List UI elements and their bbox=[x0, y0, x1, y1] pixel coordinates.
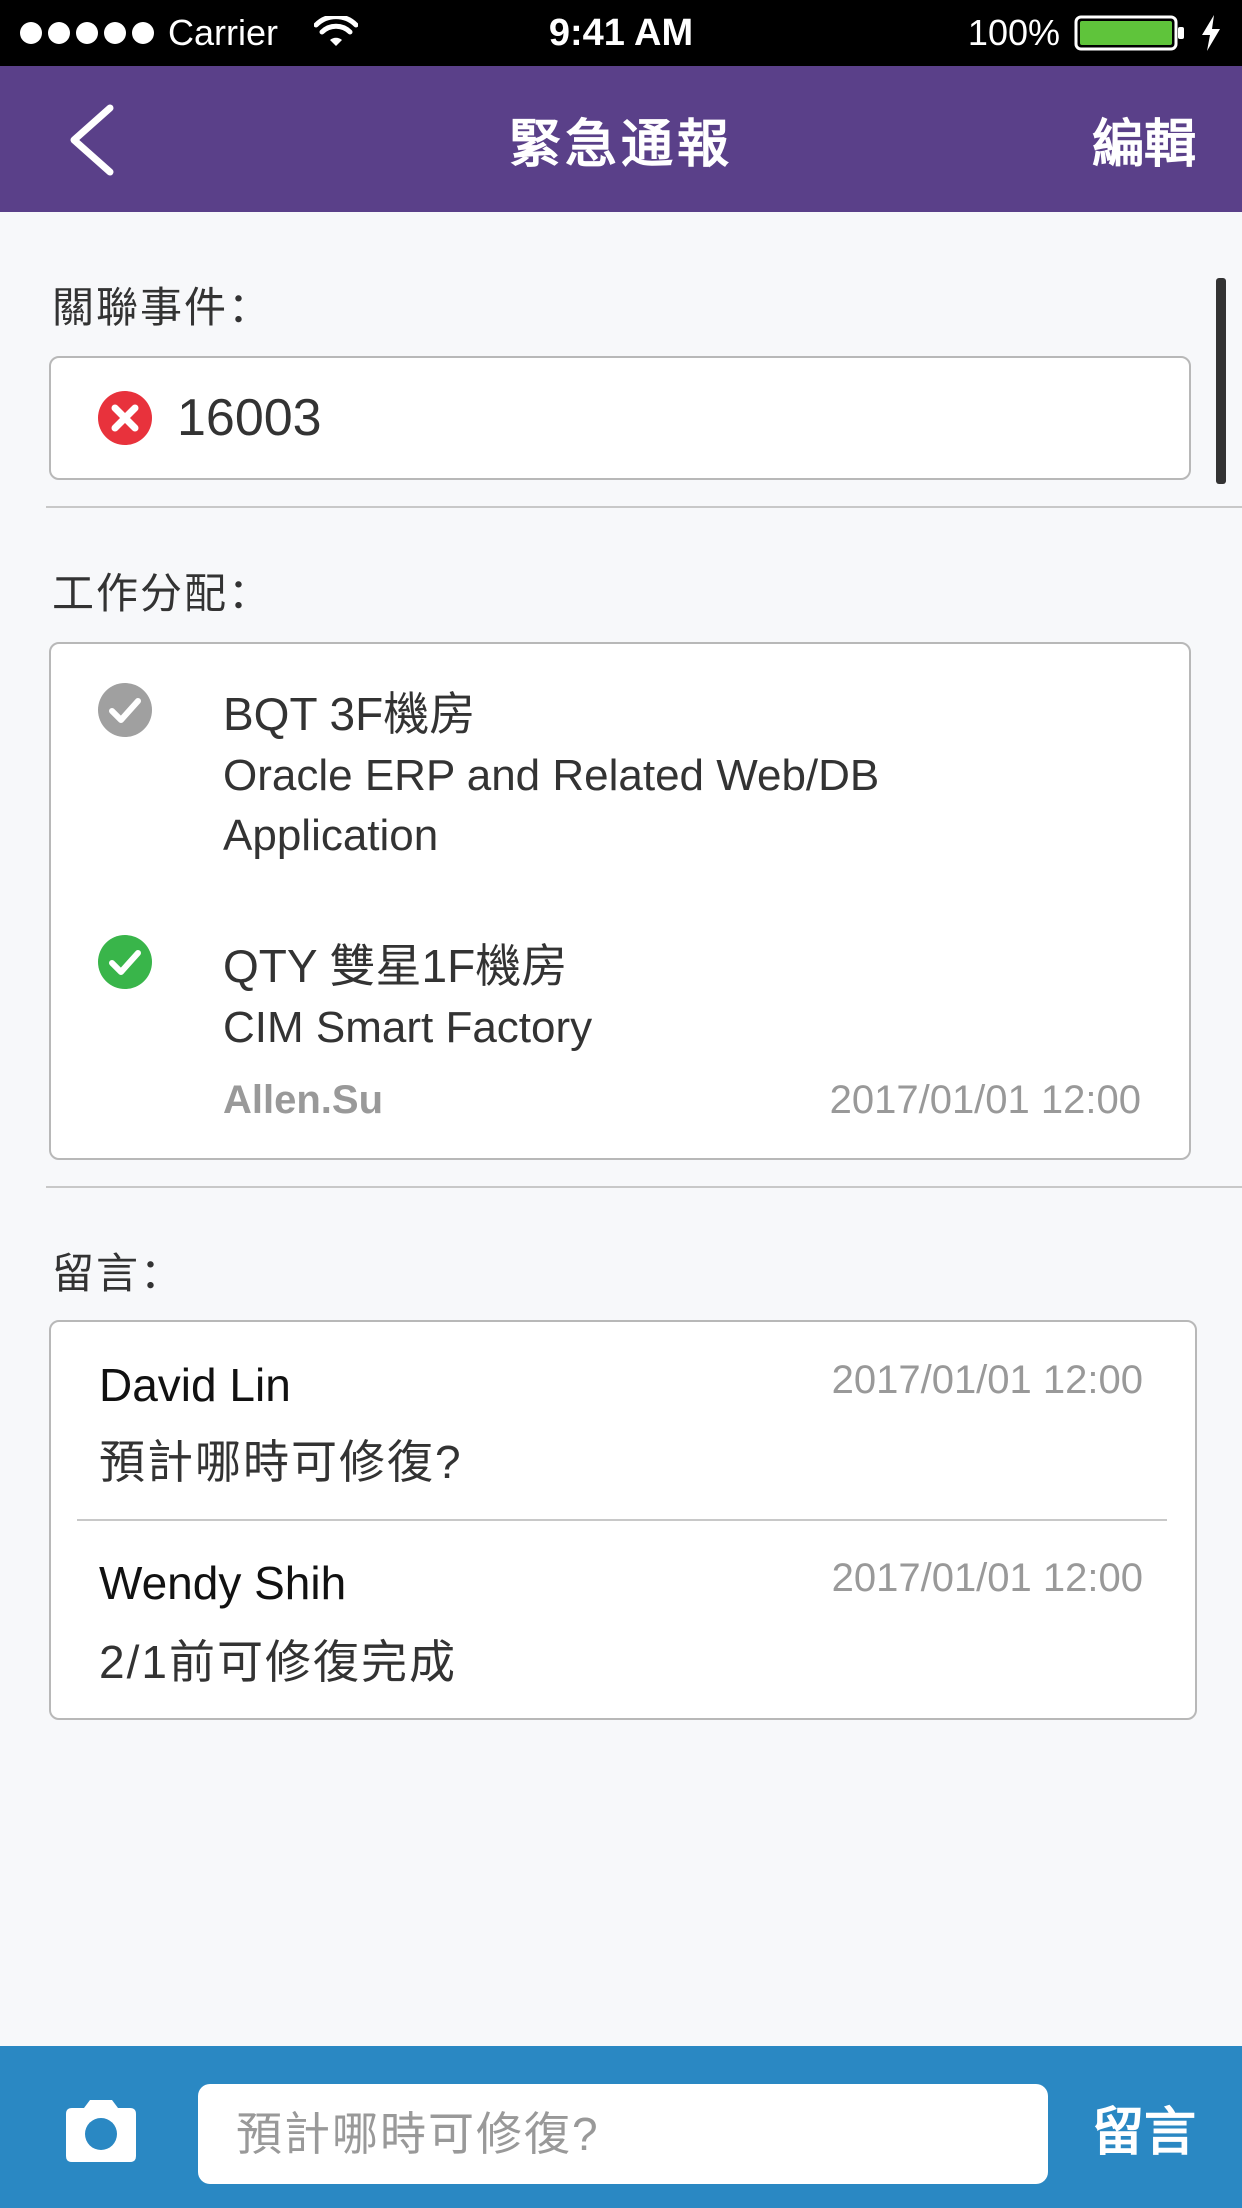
section-divider bbox=[46, 506, 1242, 508]
camera-icon[interactable] bbox=[60, 2096, 142, 2164]
task-description: Oracle ERP and Related Web/DB bbox=[223, 751, 880, 800]
assignment-box: BQT 3F機房 Oracle ERP and Related Web/DB A… bbox=[49, 642, 1191, 1160]
comments-label: 留言： bbox=[52, 1250, 185, 1297]
battery-percent: 100% bbox=[967, 12, 1060, 53]
check-circle-gray-icon bbox=[98, 683, 152, 737]
section-divider bbox=[46, 1186, 1242, 1188]
battery-icon bbox=[1074, 15, 1184, 51]
task-user: Allen.Su bbox=[223, 1078, 384, 1122]
nav-bar: 緊急通報 編輯 bbox=[0, 66, 1242, 212]
assignment-label: 工作分配： bbox=[52, 570, 273, 617]
comment-time: 2017/01/01 12:00 bbox=[831, 1358, 1143, 1402]
task-description: Application bbox=[223, 811, 439, 860]
comment-time: 2017/01/01 12:00 bbox=[831, 1556, 1143, 1600]
edit-button[interactable]: 編輯 bbox=[1092, 66, 1196, 212]
task-title: QTY 雙星1F機房 bbox=[223, 940, 568, 992]
related-event-box[interactable]: 16003 bbox=[49, 356, 1191, 480]
comment-text: 預計哪時可修復? bbox=[99, 1436, 463, 1488]
status-left: Carrier bbox=[20, 12, 359, 54]
task-description: CIM Smart Factory bbox=[223, 1003, 593, 1052]
comment-author: David Lin bbox=[99, 1359, 291, 1411]
task-time: 2017/01/01 12:00 bbox=[829, 1078, 1141, 1122]
comment-composer: 留言 bbox=[0, 2046, 1242, 2208]
status-right: 100% bbox=[968, 12, 1222, 54]
comment-input[interactable] bbox=[198, 2084, 1048, 2184]
comment-item: Wendy Shih 2017/01/01 12:00 2/1前可修復完成 bbox=[51, 1520, 1195, 1720]
check-circle-green-icon bbox=[98, 935, 152, 989]
event-number: 16003 bbox=[177, 389, 322, 447]
comment-text: 2/1前可修復完成 bbox=[99, 1636, 457, 1688]
status-bar: Carrier 9:41 AM 100% bbox=[0, 0, 1242, 66]
signal-icon bbox=[20, 22, 154, 44]
charging-bolt-icon bbox=[1202, 15, 1220, 51]
comment-author: Wendy Shih bbox=[99, 1557, 347, 1609]
wifi-icon bbox=[314, 16, 359, 46]
page-title: 緊急通報 bbox=[508, 115, 733, 174]
task-title: BQT 3F機房 bbox=[223, 688, 476, 740]
send-comment-button[interactable]: 留言 bbox=[1092, 2046, 1196, 2208]
back-chevron-icon[interactable] bbox=[60, 102, 130, 178]
comments-box: David Lin 2017/01/01 12:00 預計哪時可修復? Wend… bbox=[49, 1320, 1197, 1720]
carrier-label: Carrier bbox=[168, 12, 279, 53]
related-event-row: 16003 bbox=[51, 358, 1189, 478]
scrollbar[interactable] bbox=[1216, 278, 1226, 484]
error-x-icon[interactable] bbox=[97, 390, 153, 446]
comment-item: David Lin 2017/01/01 12:00 預計哪時可修復? bbox=[51, 1322, 1195, 1520]
related-event-label: 關聯事件： bbox=[52, 284, 273, 331]
